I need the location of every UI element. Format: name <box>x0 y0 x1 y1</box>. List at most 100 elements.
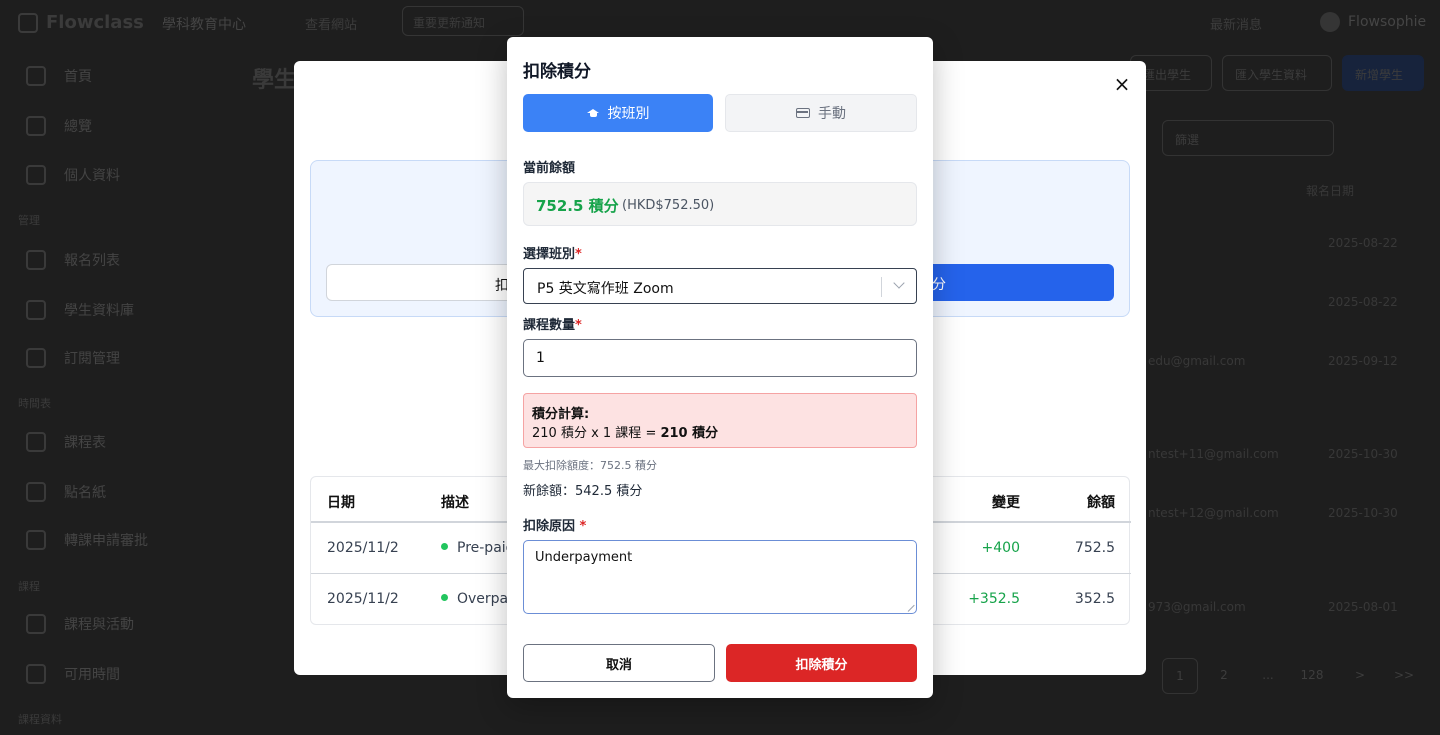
sidebar-item-availability[interactable]: 可用時間 <box>26 664 120 684</box>
tab-by-class[interactable]: 按班別 <box>523 94 713 132</box>
table-cell: edu@gmail.com <box>1148 354 1246 368</box>
table-cell: 2025-08-01 <box>1328 600 1398 614</box>
org-switcher[interactable]: 學科教育中心 <box>162 14 246 34</box>
sidebar-item-subscriptions[interactable]: 訂閱管理 <box>26 348 120 368</box>
user-menu[interactable]: Flowsophie <box>1320 12 1426 32</box>
import-button[interactable]: 匯入學生資料 <box>1222 55 1332 91</box>
column-header: 報名日期 <box>1306 184 1355 198</box>
news-link[interactable]: 最新消息 <box>1210 14 1262 33</box>
deduct-credits-dialog: 扣除積分 按班別 手動 當前餘額 752.5 積分 (HKD$752.50) 選… <box>507 37 933 698</box>
add-student-button[interactable]: 新增學生 <box>1342 55 1424 91</box>
reason-label: 扣除原因 * <box>523 515 586 534</box>
class-label-text: 選擇班別 <box>523 247 576 262</box>
view-site-link[interactable]: 查看網站 <box>305 14 357 33</box>
user-icon <box>26 165 46 185</box>
quantity-input[interactable] <box>523 339 917 377</box>
card-icon <box>26 348 46 368</box>
calc-result: 210 積分 <box>660 426 719 441</box>
dialog-title: 扣除積分 <box>523 62 591 82</box>
header-description: 描述 <box>441 495 469 511</box>
row-description: Pre-paid <box>441 540 515 556</box>
calendar-edit-icon <box>26 664 46 684</box>
sidebar-item-enrollments[interactable]: 報名列表 <box>26 250 120 270</box>
table-cell: 2025-08-22 <box>1328 236 1398 250</box>
pager-page-last[interactable]: 128 <box>1292 658 1332 694</box>
tab-label: 手動 <box>818 106 846 122</box>
sidebar-item-label: 首頁 <box>64 69 92 85</box>
sidebar-item-label: 報名列表 <box>64 253 120 269</box>
balance-hkd: (HKD$752.50) <box>622 198 715 213</box>
page-title: 學生 <box>252 68 297 93</box>
sidebar-item-students[interactable]: 學生資料庫 <box>26 300 134 320</box>
sidebar-section-manage: 管理 <box>18 214 40 227</box>
qty-label-text: 課程數量 <box>523 318 576 333</box>
graduation-cap-icon <box>586 108 600 118</box>
grid-icon <box>26 482 46 502</box>
class-select[interactable]: P5 英文寫作班 Zoom <box>523 268 917 304</box>
table-cell: 2025-09-12 <box>1328 354 1398 368</box>
row-date: 2025/11/2 <box>327 540 399 556</box>
update-notice-button[interactable]: 重要更新通知 <box>402 6 524 36</box>
credit-card-icon <box>796 108 810 118</box>
sidebar-section-timetable: 時間表 <box>18 397 51 410</box>
add-credits-tab[interactable]: 分 <box>920 264 1114 301</box>
sidebar-item-label: 個人資料 <box>64 168 120 184</box>
table-cell: 2025-08-22 <box>1328 295 1398 309</box>
calc-formula: 210 積分 x 1 課程 = <box>532 426 661 441</box>
sidebar: 首頁 總覽 個人資料 管理 報名列表 學生資料庫 訂閱管理 時間表 課程表 點名… <box>0 46 230 735</box>
required-mark: * <box>575 247 582 262</box>
header-date: 日期 <box>327 495 355 511</box>
list-icon <box>26 250 46 270</box>
sidebar-item-profile[interactable]: 個人資料 <box>26 165 120 185</box>
table-cell: ntest+12@gmail.com <box>1148 506 1279 520</box>
new-balance: 新餘額：542.5 積分 <box>523 484 643 499</box>
balance-points: 752.5 積分 <box>536 197 619 215</box>
calendar-icon <box>26 432 46 452</box>
sidebar-item-label: 點名紙 <box>64 485 106 501</box>
sidebar-item-attendance[interactable]: 點名紙 <box>26 482 106 502</box>
select-separator <box>881 277 882 297</box>
class-label: 選擇班別* <box>523 243 582 262</box>
sidebar-item-transfer[interactable]: 轉課申請審批 <box>26 530 148 550</box>
reason-textarea[interactable]: Underpayment <box>523 540 917 614</box>
pager-next[interactable]: > <box>1342 658 1378 694</box>
required-mark: * <box>579 519 587 534</box>
sidebar-item-courses[interactable]: 課程與活動 <box>26 614 134 634</box>
brand-name: Flowclass <box>46 12 144 33</box>
brand[interactable]: Flowclass <box>18 12 144 33</box>
sidebar-item-label: 總覽 <box>64 119 92 135</box>
pager-last[interactable]: >> <box>1386 658 1422 694</box>
deduct-button[interactable]: 扣除積分 <box>726 644 917 682</box>
status-dot <box>441 542 448 550</box>
sidebar-item-label: 轉課申請審批 <box>64 533 148 549</box>
sidebar-item-home[interactable]: 首頁 <box>26 66 92 86</box>
close-icon[interactable]: × <box>1112 73 1132 95</box>
pager-page-1[interactable]: 1 <box>1162 658 1198 694</box>
sidebar-item-label: 可用時間 <box>64 667 120 683</box>
max-deduction-note: 最大扣除額度：752.5 積分 <box>523 459 657 472</box>
chevron-down-icon[interactable] <box>893 277 905 289</box>
deduct-credits-tab[interactable]: 扣 <box>326 264 516 301</box>
filter-button[interactable]: 篩選 <box>1162 120 1334 156</box>
sidebar-item-timetable[interactable]: 課程表 <box>26 432 106 452</box>
table-cell: ntest+11@gmail.com <box>1148 447 1279 461</box>
sidebar-item-label: 學生資料庫 <box>64 303 134 319</box>
calc-title: 積分計算: <box>532 407 590 422</box>
row-change: +352.5 <box>968 591 1020 607</box>
sidebar-item-label: 課程表 <box>64 435 106 451</box>
home-icon <box>26 66 46 86</box>
resize-handle-icon[interactable] <box>908 604 916 612</box>
cancel-button[interactable]: 取消 <box>523 644 715 682</box>
header-balance: 餘額 <box>1087 495 1115 511</box>
row-change: +400 <box>981 540 1020 556</box>
table-cell: 2025-10-30 <box>1328 506 1398 520</box>
tab-label: 按班別 <box>607 106 650 122</box>
qty-label: 課程數量* <box>523 314 582 333</box>
tab-manual[interactable]: 手動 <box>725 94 917 132</box>
sidebar-item-overview[interactable]: 總覽 <box>26 116 92 136</box>
pager-ellipsis: ... <box>1262 668 1274 682</box>
class-select-value: P5 英文寫作班 Zoom <box>537 281 674 297</box>
status-dot <box>441 593 448 601</box>
sidebar-item-label: 訂閱管理 <box>64 351 120 367</box>
pager-page-2[interactable]: 2 <box>1206 658 1242 694</box>
